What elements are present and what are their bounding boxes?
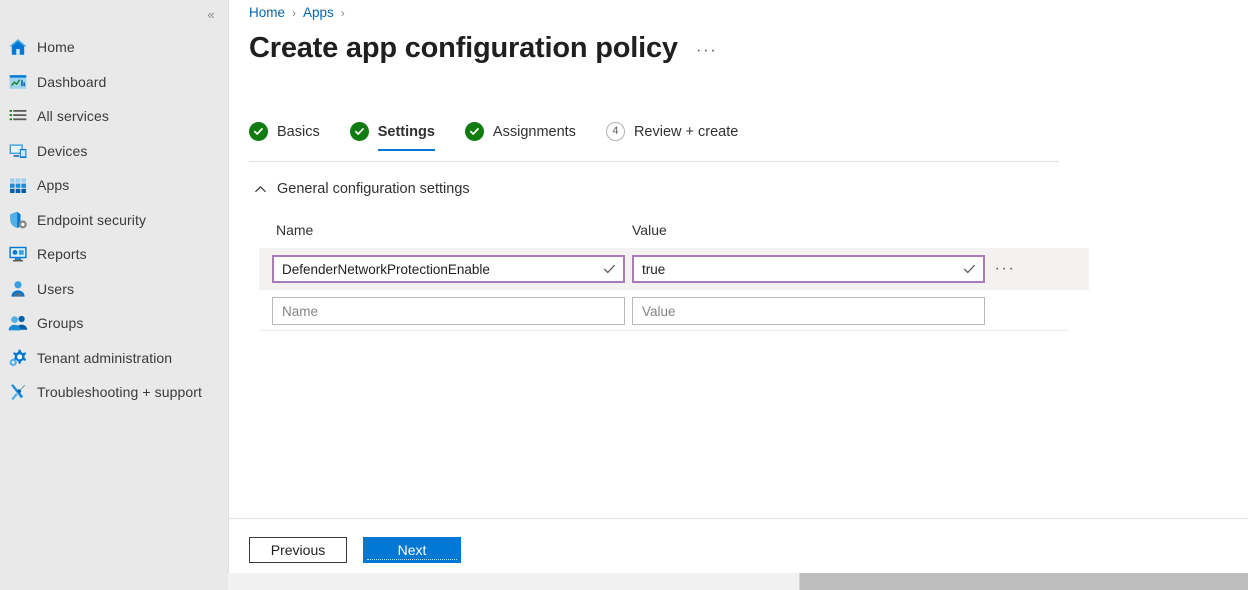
grid-cell-name — [259, 297, 622, 325]
sidebar-item-all-services[interactable]: All services — [0, 99, 228, 134]
column-header-value: Value — [622, 222, 985, 238]
breadcrumb-item-apps[interactable]: Apps — [303, 5, 334, 20]
horizontal-scrollbar[interactable] — [0, 573, 1248, 590]
home-icon — [8, 37, 28, 57]
grid-cell-value — [622, 297, 985, 325]
wizard-step-label: Assignments — [493, 124, 576, 140]
sidebar-item-devices[interactable]: Devices — [0, 134, 228, 169]
sidebar-item-label: Reports — [37, 246, 87, 262]
next-button[interactable]: Next — [363, 537, 461, 563]
grid-header-row: Name Value — [259, 222, 1089, 248]
grid-cell-name — [259, 255, 622, 283]
shield-gear-icon — [8, 210, 28, 230]
step-complete-check-icon — [350, 122, 369, 141]
wizard-step-list: Basics Settings Assignments 4 Review + c… — [249, 122, 768, 151]
breadcrumb-separator-icon: › — [292, 6, 296, 20]
sidebar-collapse-button[interactable]: « — [200, 3, 222, 25]
wizard-divider — [249, 161, 1059, 162]
wizard-step-basics[interactable]: Basics — [249, 122, 320, 151]
sidebar-item-label: Dashboard — [37, 74, 106, 90]
sidebar-item-users[interactable]: Users — [0, 272, 228, 307]
table-row: ··· — [259, 248, 1089, 290]
chevron-up-icon — [249, 178, 271, 200]
wizard-step-settings[interactable]: Settings — [350, 122, 435, 151]
setting-name-field-wrapper[interactable] — [272, 255, 625, 283]
sidebar-item-troubleshooting-support[interactable]: Troubleshooting + support — [0, 375, 228, 410]
setting-name-input[interactable] — [274, 257, 623, 281]
main-content-pane: Home › Apps › Create app configuration p… — [228, 0, 1248, 573]
table-row — [259, 290, 1089, 332]
sidebar-item-label: Groups — [37, 315, 84, 331]
step-complete-check-icon — [465, 122, 484, 141]
new-setting-value-input[interactable] — [633, 298, 984, 324]
breadcrumb-separator-icon: › — [341, 6, 345, 20]
new-setting-name-field-wrapper[interactable] — [272, 297, 625, 325]
sidebar-item-label: Users — [37, 281, 74, 297]
wizard-step-label: Basics — [277, 124, 320, 140]
step-complete-check-icon — [249, 122, 268, 141]
sidebar-item-endpoint-security[interactable]: Endpoint security — [0, 203, 228, 238]
sidebar-item-label: Home — [37, 39, 75, 55]
groups-icon — [8, 313, 28, 333]
footer-divider — [229, 518, 1248, 519]
wizard-footer: Previous Next — [249, 537, 461, 563]
row-more-options-icon[interactable]: ··· — [990, 261, 1020, 277]
grid-bottom-divider — [259, 330, 1069, 331]
section-general-configuration-settings[interactable]: General configuration settings — [249, 178, 470, 200]
wizard-step-label: Settings — [378, 124, 435, 140]
dashboard-icon — [8, 72, 28, 92]
breadcrumb-item-home[interactable]: Home — [249, 5, 285, 20]
new-setting-value-field-wrapper[interactable] — [632, 297, 985, 325]
page-title: Create app configuration policy — [249, 29, 678, 67]
sidebar-item-label: Devices — [37, 143, 88, 159]
section-title: General configuration settings — [277, 181, 470, 197]
reports-monitor-icon — [8, 244, 28, 264]
new-setting-name-input[interactable] — [273, 298, 624, 324]
sidebar-nav-list: Home Dashboard All services — [0, 30, 228, 410]
sidebar-item-label: Apps — [37, 177, 69, 193]
wizard-step-review-create[interactable]: 4 Review + create — [606, 122, 738, 151]
sidebar-item-label: Troubleshooting + support — [37, 384, 202, 400]
apps-icon — [8, 175, 28, 195]
scrollbar-left-pad — [0, 573, 228, 590]
sidebar-item-reports[interactable]: Reports — [0, 237, 228, 272]
wizard-step-assignments[interactable]: Assignments — [465, 122, 576, 151]
sidebar-item-label: All services — [37, 108, 109, 124]
chevron-double-left-icon: « — [207, 7, 214, 22]
sidebar-item-home[interactable]: Home — [0, 30, 228, 65]
page-title-row: Create app configuration policy ··· — [249, 29, 717, 67]
setting-value-input[interactable] — [634, 257, 983, 281]
devices-icon — [8, 141, 28, 161]
settings-grid: Name Value ··· — [259, 222, 1089, 332]
grid-cell-value — [622, 255, 985, 283]
breadcrumb: Home › Apps › — [249, 5, 352, 20]
all-services-icon — [8, 106, 28, 126]
scrollbar-track[interactable] — [228, 573, 1248, 590]
setting-value-field-wrapper[interactable] — [632, 255, 985, 283]
step-number-badge: 4 — [606, 122, 625, 141]
sidebar-item-label: Endpoint security — [37, 212, 146, 228]
sidebar-item-label: Tenant administration — [37, 350, 172, 366]
previous-button[interactable]: Previous — [249, 537, 347, 563]
sidebar-item-apps[interactable]: Apps — [0, 168, 228, 203]
user-icon — [8, 279, 28, 299]
column-header-name: Name — [259, 222, 622, 238]
sidebar-item-groups[interactable]: Groups — [0, 306, 228, 341]
scrollbar-thumb[interactable] — [228, 573, 800, 590]
wizard-step-label: Review + create — [634, 124, 738, 140]
page-more-options-icon[interactable]: ··· — [696, 36, 717, 60]
sidebar-item-tenant-administration[interactable]: Tenant administration — [0, 341, 228, 376]
tenant-gear-icon — [8, 348, 28, 368]
left-sidebar: « Home Dashboard — [0, 0, 228, 573]
wrench-screwdriver-icon — [8, 382, 28, 402]
sidebar-item-dashboard[interactable]: Dashboard — [0, 65, 228, 100]
